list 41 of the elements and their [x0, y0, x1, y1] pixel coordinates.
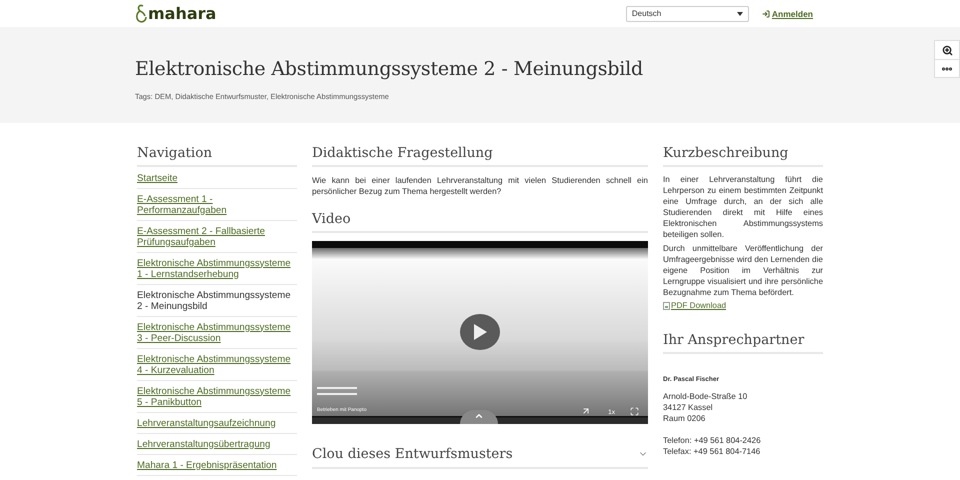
broken-image-icon: [663, 302, 670, 310]
nav-link[interactable]: E-Assessment 2 - Fallbasierte Prüfungsaufgaben: [137, 221, 297, 253]
login-link[interactable]: Anmelden: [762, 8, 813, 18]
address-line: Raum 0206: [663, 413, 706, 424]
chevron-up-icon: [474, 411, 484, 421]
nav-link[interactable]: E-Assessment 1 - Performanzaufgaben: [137, 189, 297, 221]
phone-line: Telefon: +49 561 804-2426: [663, 435, 762, 446]
language-select[interactable]: Deutsch: [626, 6, 749, 22]
nav-link[interactable]: Elektronische Abstimmungssysteme 3 - Peer-Discussion: [137, 317, 297, 349]
section-heading: Kurzbeschreibung: [663, 145, 823, 167]
address-line: 34127 Kassel: [663, 402, 714, 413]
nav-link[interactable]: Mahara 1 - Ergebnispräsentation: [137, 455, 297, 476]
section-heading: Didaktische Fragestellung: [312, 145, 648, 167]
play-icon: [473, 324, 487, 340]
accordion-header[interactable]: Clou dieses Entwurfsmusters: [312, 446, 648, 469]
nav-link[interactable]: Lehrveranstaltungsaufzeichnung: [137, 413, 297, 434]
page-title: Elektronische Abstimmungssysteme 2 - Meinungsbild: [135, 58, 644, 80]
summary-paragraph: In einer Lehrveranstaltung führt die Lehrperson zu einem bestimmten Zeitpunkt eine Umfrage durch, an der sich alle Studierenden direkt mit Hilfe eines Elektronischen Abstimmungssystems beteiligen sollen.: [663, 174, 823, 240]
login-icon: [762, 10, 770, 18]
logo-icon: [135, 4, 147, 24]
logo-text[interactable]: mahara: [148, 4, 216, 23]
nav-link[interactable]: Elektronische Abstimmungssysteme 4 - Kurzevaluation: [137, 349, 297, 381]
section-heading: Video: [312, 211, 648, 233]
nav-link[interactable]: Elektronische Abstimmungssysteme 2 - Meinungsbild: [137, 285, 297, 317]
fullscreen-icon: [630, 407, 639, 416]
section-heading: Ihr Ansprechpartner: [663, 332, 823, 354]
share-button[interactable]: [581, 406, 591, 416]
pdf-download-link[interactable]: PDF Download: [671, 301, 726, 310]
nav-link[interactable]: Elektronische Abstimmungssysteme 5 - Panikbutton: [137, 381, 297, 413]
navigation-heading: Navigation: [137, 145, 297, 167]
nav-link[interactable]: Startseite: [137, 168, 297, 189]
fullscreen-button[interactable]: [630, 407, 639, 416]
caret-icon: [736, 12, 743, 16]
nav-link[interactable]: Lehrveranstaltungsübertragung: [137, 434, 297, 455]
phone-line: Telefax: +49 561 804-7146: [663, 446, 762, 457]
zoom-in-icon: [942, 44, 952, 56]
share-icon: [581, 406, 591, 416]
question-text: Wie kann bei einer laufenden Lehrveranstaltung mit vielen Studierenden schnell ein persönlicher Bezug zum Thema hergestellt werden?: [312, 175, 648, 197]
summary-paragraph: Durch unmittelbare Veröffentlichung der Umfrageergebnisse wird den Lernenden die eigene Position im Verhältnis zur Lerngruppe visualisiert und ihre persönliche Bezugnahme zum Thema befördert.: [663, 243, 823, 298]
address-line: Arnold-Bode-Straße 10: [663, 391, 748, 402]
nav-link[interactable]: Elektronische Abstimmungssysteme 1 - Lernstandserhebung: [137, 253, 297, 285]
